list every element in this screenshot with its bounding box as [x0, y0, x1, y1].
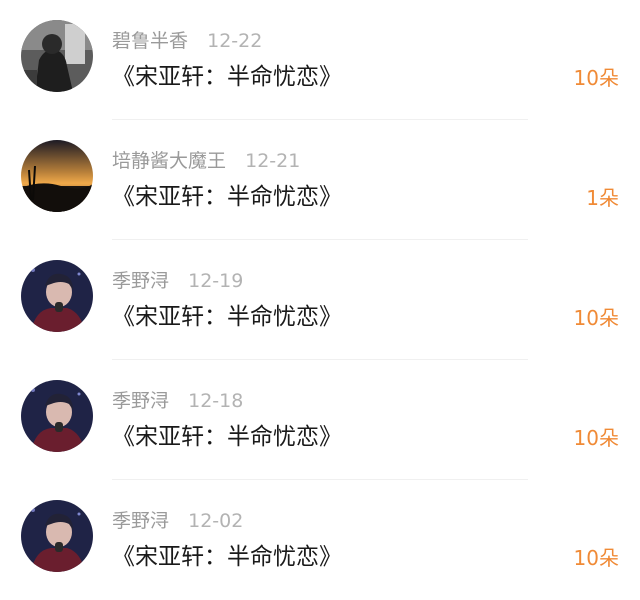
- list-item[interactable]: 季野浔 12-02 《宋亚轩：半命忧恋》 10朵: [0, 480, 640, 600]
- date: 12-02: [188, 510, 244, 532]
- list-item[interactable]: 季野浔 12-18 《宋亚轩：半命忧恋》 10朵: [0, 360, 640, 480]
- gift-count: 10朵: [573, 66, 619, 90]
- gift-record-list: 碧鲁半香 12-22 《宋亚轩：半命忧恋》 10朵 培静酱大魔王 12-21 《…: [0, 0, 640, 600]
- item-meta: 碧鲁半香 12-22: [112, 28, 262, 54]
- username[interactable]: 季野浔: [112, 270, 169, 292]
- item-meta: 季野浔 12-18: [112, 388, 243, 414]
- item-meta: 季野浔 12-02: [112, 508, 243, 534]
- date: 12-22: [207, 30, 263, 52]
- sunset-landscape-icon: [21, 140, 93, 212]
- avatar[interactable]: [21, 380, 93, 452]
- gift-count: 10朵: [573, 426, 619, 450]
- date: 12-19: [188, 270, 244, 292]
- story-title[interactable]: 《宋亚轩：半命忧恋》: [112, 180, 342, 214]
- username[interactable]: 季野浔: [112, 390, 169, 412]
- gift-count: 1朵: [586, 186, 619, 210]
- avatar[interactable]: [21, 20, 93, 92]
- singer-microphone-icon: [21, 500, 93, 572]
- gift-count: 10朵: [573, 306, 619, 330]
- username[interactable]: 季野浔: [112, 510, 169, 532]
- date: 12-21: [245, 150, 301, 172]
- list-item[interactable]: 季野浔 12-19 《宋亚轩：半命忧恋》 10朵: [0, 240, 640, 360]
- story-title[interactable]: 《宋亚轩：半命忧恋》: [112, 60, 342, 94]
- story-title[interactable]: 《宋亚轩：半命忧恋》: [112, 300, 342, 334]
- story-title[interactable]: 《宋亚轩：半命忧恋》: [112, 540, 342, 574]
- gift-count: 10朵: [573, 546, 619, 570]
- list-item[interactable]: 碧鲁半香 12-22 《宋亚轩：半命忧恋》 10朵: [0, 0, 640, 120]
- item-meta: 培静酱大魔王 12-21: [112, 148, 300, 174]
- username[interactable]: 碧鲁半香: [112, 30, 188, 52]
- singer-microphone-icon: [21, 260, 93, 332]
- avatar[interactable]: [21, 260, 93, 332]
- username[interactable]: 培静酱大魔王: [112, 150, 226, 172]
- list-item[interactable]: 培静酱大魔王 12-21 《宋亚轩：半命忧恋》 1朵: [0, 120, 640, 240]
- item-meta: 季野浔 12-19: [112, 268, 243, 294]
- singer-microphone-icon: [21, 380, 93, 452]
- avatar[interactable]: [21, 500, 93, 572]
- person-portrait-dark-icon: [21, 20, 93, 92]
- story-title[interactable]: 《宋亚轩：半命忧恋》: [112, 420, 342, 454]
- avatar[interactable]: [21, 140, 93, 212]
- date: 12-18: [188, 390, 244, 412]
